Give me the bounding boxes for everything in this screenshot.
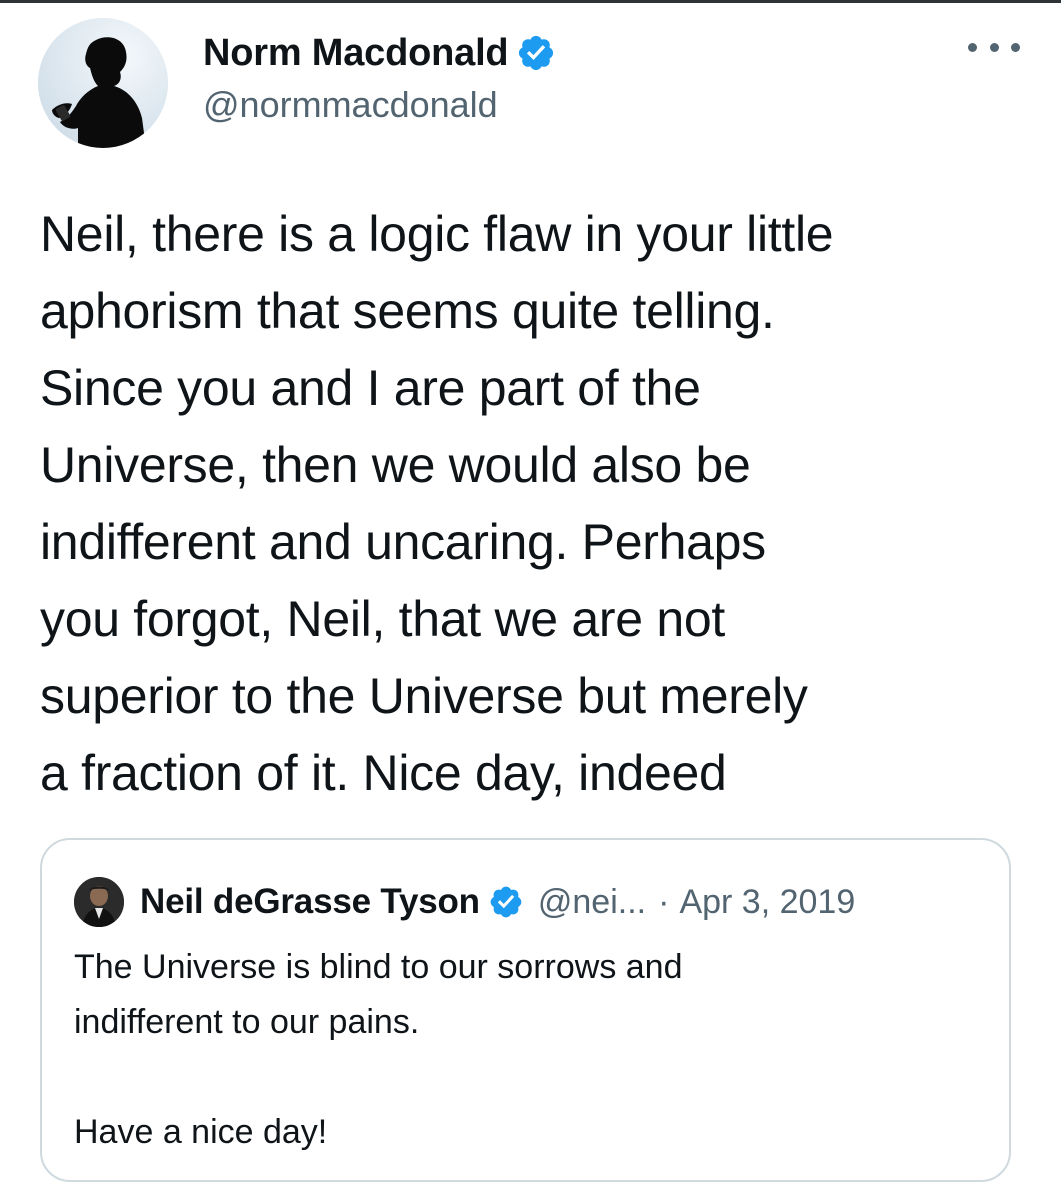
quoted-author-handle[interactable]: @nei...: [538, 883, 646, 922]
quoted-tweet-header: Neil deGrasse Tyson @nei... · Apr 3, 201…: [140, 876, 855, 928]
quoted-tweet-text: The Universe is blind to our sorrows and…: [74, 948, 683, 1151]
more-horizontal-icon-dot: [1011, 42, 1020, 52]
author-avatar[interactable]: [38, 18, 168, 148]
verified-badge-icon: [516, 33, 556, 73]
tweet-text: Neil, there is a logic flaw in your litt…: [40, 206, 834, 801]
author-avatar-image: [38, 18, 168, 148]
quoted-separator: ·: [658, 882, 670, 921]
quoted-author-avatar-image: [74, 877, 124, 927]
author-name-row: Norm Macdonald: [203, 28, 556, 78]
quoted-tweet-date[interactable]: Apr 3, 2019: [679, 883, 855, 922]
quoted-author-avatar[interactable]: [74, 877, 124, 927]
quoted-author-name[interactable]: Neil deGrasse Tyson: [140, 882, 480, 922]
tweet: Norm Macdonald @normmacdonald Neil, ther…: [0, 0, 1061, 1200]
more-horizontal-icon-dot: [989, 42, 999, 52]
quoted-tweet-card[interactable]: Neil deGrasse Tyson @nei... · Apr 3, 201…: [40, 838, 1011, 1182]
more-horizontal-icon: [968, 42, 977, 52]
author-name[interactable]: Norm Macdonald: [203, 32, 509, 75]
quoted-verified-badge-icon: [488, 884, 524, 920]
author-handle[interactable]: @normmacdonald: [203, 84, 498, 126]
more-options-button[interactable]: [968, 32, 1020, 62]
